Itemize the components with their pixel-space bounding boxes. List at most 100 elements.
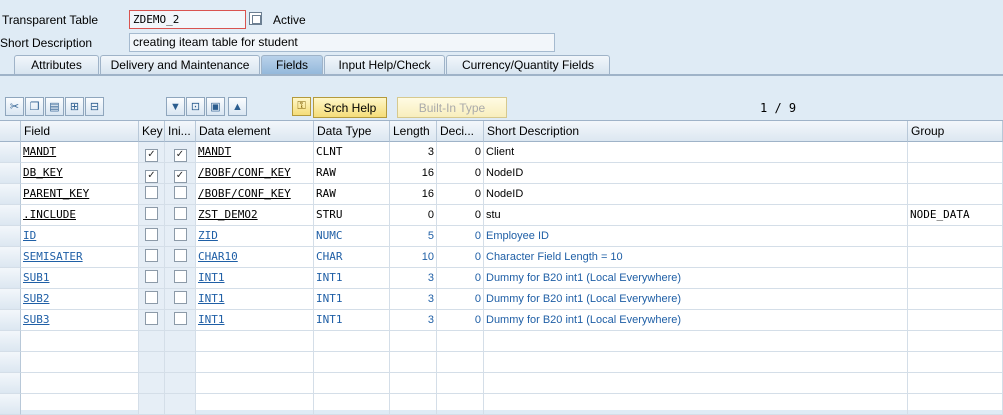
cut-icon[interactable]: ✂ (5, 97, 24, 116)
cell-desc[interactable] (484, 352, 908, 373)
cell-data-element[interactable]: ZST_DEMO2 (196, 205, 314, 226)
cell-deci[interactable] (437, 352, 484, 373)
initial-checkbox-cell[interactable]: ✓ (165, 142, 196, 163)
initial-checkbox-cell[interactable] (165, 394, 196, 415)
cell-deci[interactable]: 0 (437, 310, 484, 331)
key-checkbox[interactable]: ✓ (145, 170, 158, 183)
initial-checkbox-cell[interactable] (165, 373, 196, 394)
select-all-header[interactable] (0, 121, 21, 142)
initial-checkbox-cell[interactable] (165, 247, 196, 268)
cell-deci[interactable]: 0 (437, 184, 484, 205)
row-selector[interactable] (0, 373, 21, 394)
cell-data-type[interactable] (314, 373, 390, 394)
built-in-type-button[interactable]: Built-In Type (397, 97, 507, 118)
move-up-icon[interactable]: ▲ (228, 97, 247, 116)
col-header-short-description[interactable]: Short Description (484, 121, 908, 142)
initial-checkbox-cell[interactable] (165, 352, 196, 373)
row-selector[interactable] (0, 226, 21, 247)
row-selector[interactable] (0, 163, 21, 184)
cell-desc[interactable]: Employee ID (484, 226, 908, 247)
initial-checkbox-cell[interactable] (165, 184, 196, 205)
cell-desc[interactable]: stu (484, 205, 908, 226)
cell-data-element[interactable] (196, 331, 314, 352)
cell-deci[interactable]: 0 (437, 247, 484, 268)
table-name-field[interactable]: ZDEMO_2 (129, 10, 246, 29)
key-checkbox-cell[interactable]: ✓ (139, 142, 165, 163)
key-checkbox-cell[interactable]: ✓ (139, 163, 165, 184)
initial-checkbox[interactable] (173, 249, 187, 262)
row-selector[interactable] (0, 331, 21, 352)
cell-data-element[interactable]: CHAR10 (196, 247, 314, 268)
cell-data-type[interactable] (314, 331, 390, 352)
row-selector[interactable] (0, 205, 21, 226)
cell-field[interactable]: SUB2 (21, 289, 139, 310)
row-selector[interactable] (0, 394, 21, 415)
key-checkbox-cell[interactable] (139, 184, 165, 205)
srch-help-button[interactable]: Srch Help (313, 97, 387, 118)
cell-desc[interactable]: Dummy for B20 int1 (Local Everywhere) (484, 268, 908, 289)
cell-group[interactable] (908, 394, 1003, 415)
col-header-data-element[interactable]: Data element (196, 121, 314, 142)
key-checkbox-cell[interactable] (139, 268, 165, 289)
initial-checkbox-cell[interactable] (165, 226, 196, 247)
key-checkbox-cell[interactable] (139, 331, 165, 352)
tab-delivery-maintenance[interactable]: Delivery and Maintenance (100, 55, 260, 75)
cell-group[interactable] (908, 352, 1003, 373)
cell-data-type[interactable]: INT1 (314, 310, 390, 331)
cell-data-element[interactable] (196, 352, 314, 373)
cell-data-type[interactable]: CHAR (314, 247, 390, 268)
key-checkbox-cell[interactable] (139, 373, 165, 394)
initial-checkbox[interactable]: ✓ (173, 149, 187, 162)
cell-length[interactable]: 16 (390, 184, 437, 205)
key-checkbox[interactable] (145, 312, 158, 325)
cell-data-type[interactable]: NUMC (314, 226, 390, 247)
tab-currency-quantity[interactable]: Currency/Quantity Fields (446, 55, 610, 75)
cell-group[interactable] (908, 373, 1003, 394)
cell-length[interactable] (390, 352, 437, 373)
cell-data-element[interactable] (196, 394, 314, 415)
cell-field[interactable]: MANDT (21, 142, 139, 163)
col-header-group[interactable]: Group (908, 121, 1003, 142)
cell-desc[interactable]: Character Field Length = 10 (484, 247, 908, 268)
key-checkbox[interactable]: ✓ (145, 149, 158, 162)
col-header-decimals[interactable]: Deci... (437, 121, 484, 142)
initial-checkbox[interactable] (173, 291, 187, 304)
initial-checkbox[interactable] (173, 207, 187, 220)
cell-length[interactable] (390, 394, 437, 415)
key-checkbox-cell[interactable] (139, 205, 165, 226)
row-selector[interactable] (0, 310, 21, 331)
move-block-icon[interactable]: ▣ (206, 97, 225, 116)
cell-group[interactable] (908, 268, 1003, 289)
key-checkbox[interactable] (145, 207, 158, 220)
key-checkbox[interactable] (145, 291, 158, 304)
tab-fields[interactable]: Fields (261, 55, 323, 75)
cell-data-type[interactable]: RAW (314, 184, 390, 205)
cell-group[interactable] (908, 142, 1003, 163)
cell-data-element[interactable]: ZID (196, 226, 314, 247)
key-checkbox[interactable] (145, 186, 158, 199)
cell-field[interactable]: SUB1 (21, 268, 139, 289)
insert-icon[interactable]: ⊡ (186, 97, 205, 116)
initial-checkbox[interactable]: ✓ (173, 170, 187, 183)
cell-data-element[interactable]: INT1 (196, 289, 314, 310)
cell-data-element[interactable]: INT1 (196, 268, 314, 289)
cell-field[interactable]: SUB3 (21, 310, 139, 331)
cell-desc[interactable]: Dummy for B20 int1 (Local Everywhere) (484, 310, 908, 331)
search-help-icon[interactable]: ⚿ (292, 97, 311, 116)
key-checkbox[interactable] (145, 270, 158, 283)
cell-deci[interactable]: 0 (437, 142, 484, 163)
cell-data-type[interactable]: INT1 (314, 289, 390, 310)
initial-checkbox[interactable] (173, 270, 187, 283)
key-checkbox[interactable] (145, 228, 158, 241)
cell-data-element[interactable]: /BOBF/CONF_KEY (196, 184, 314, 205)
cell-data-type[interactable]: INT1 (314, 268, 390, 289)
cell-length[interactable]: 3 (390, 268, 437, 289)
cell-length[interactable]: 3 (390, 142, 437, 163)
cell-field[interactable] (21, 331, 139, 352)
initial-checkbox-cell[interactable] (165, 268, 196, 289)
cell-length[interactable]: 16 (390, 163, 437, 184)
cell-length[interactable]: 0 (390, 205, 437, 226)
cell-deci[interactable]: 0 (437, 289, 484, 310)
cell-desc[interactable] (484, 331, 908, 352)
col-header-field[interactable]: Field (21, 121, 139, 142)
